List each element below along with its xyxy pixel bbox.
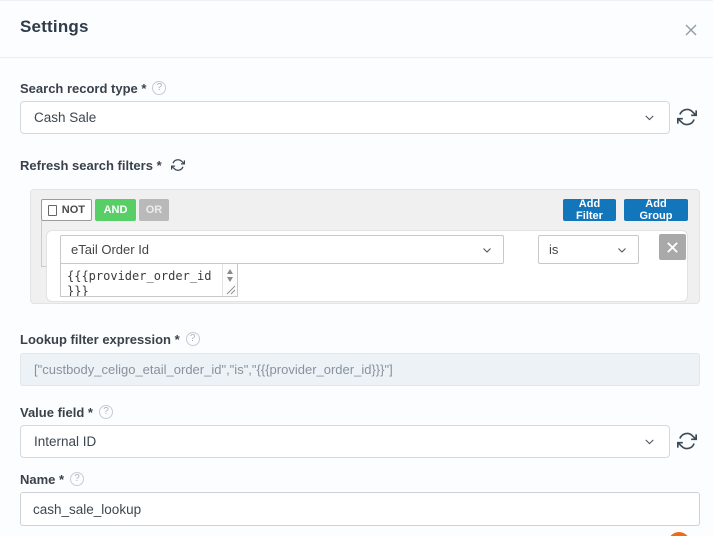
filter-row: eTail Order Id is {{{provider_order_id }… xyxy=(46,230,688,302)
and-toggle-button[interactable]: AND xyxy=(95,199,136,221)
filter-field-value: eTail Order Id xyxy=(71,242,150,257)
panel-title: Settings xyxy=(20,17,89,36)
refresh-search-filters-label-text: Refresh search filters * xyxy=(20,157,162,173)
name-label-text: Name * xyxy=(20,471,65,487)
add-group-button[interactable]: Add Group xyxy=(624,198,688,222)
chevron-down-icon xyxy=(481,244,493,256)
refresh-filters-icon[interactable] xyxy=(170,158,185,172)
remove-filter-icon[interactable] xyxy=(659,234,686,260)
search-record-type-select[interactable]: Cash Sale xyxy=(20,101,670,134)
scroll-up-icon[interactable] xyxy=(227,269,233,274)
close-icon[interactable] xyxy=(682,21,700,39)
refresh-value-fields-icon[interactable] xyxy=(676,431,697,452)
help-icon[interactable]: ? xyxy=(98,405,113,419)
not-label: NOT xyxy=(61,204,85,216)
value-field-select[interactable]: Internal ID xyxy=(20,425,670,458)
chevron-down-icon xyxy=(643,435,656,448)
value-field-label: Value field * ? xyxy=(20,404,113,420)
panel-header: Settings xyxy=(0,1,713,58)
search-record-type-value: Cash Sale xyxy=(34,110,97,125)
filter-operator-select[interactable]: is xyxy=(538,235,639,264)
not-checkbox[interactable] xyxy=(48,204,57,216)
help-fab-button[interactable] xyxy=(668,532,690,536)
refresh-search-filters-label: Refresh search filters * xyxy=(20,157,185,173)
add-filter-button[interactable]: Add Filter xyxy=(563,198,616,222)
or-toggle-button[interactable]: OR xyxy=(139,199,169,221)
settings-panel: Settings Search record type * ? Cash Sal… xyxy=(0,0,713,536)
scroll-down-icon[interactable] xyxy=(227,277,233,282)
filter-builder-panel: NOT AND OR Add Filter Add Group eTail Or… xyxy=(30,189,700,304)
resize-grip-icon[interactable] xyxy=(226,285,236,295)
help-icon[interactable]: ? xyxy=(70,472,85,486)
help-icon[interactable]: ? xyxy=(185,332,200,346)
filter-value-field-wrap: {{{provider_order_id }}} xyxy=(60,263,238,297)
name-input[interactable] xyxy=(20,492,700,526)
value-field-value: Internal ID xyxy=(34,434,97,449)
search-record-type-label: Search record type * ? xyxy=(20,80,167,96)
name-label: Name * ? xyxy=(20,471,85,487)
filter-value-input[interactable]: {{{provider_order_id }}} xyxy=(61,264,222,296)
refresh-record-types-icon[interactable] xyxy=(676,107,697,128)
lookup-filter-expression-value: ["custbody_celigo_etail_order_id","is","… xyxy=(34,362,393,377)
lookup-filter-expression-label-text: Lookup filter expression * xyxy=(20,331,180,347)
lookup-filter-expression-label: Lookup filter expression * ? xyxy=(20,331,200,347)
lookup-filter-expression-field: ["custbody_celigo_etail_order_id","is","… xyxy=(20,353,700,386)
search-record-type-label-text: Search record type * xyxy=(20,80,147,96)
filter-operator-value: is xyxy=(549,242,559,257)
chevron-down-icon xyxy=(616,244,628,256)
filter-field-select[interactable]: eTail Order Id xyxy=(60,235,504,264)
value-field-label-text: Value field * xyxy=(20,404,93,420)
help-icon[interactable]: ? xyxy=(152,81,167,95)
chevron-down-icon xyxy=(643,111,656,124)
not-toggle-button[interactable]: NOT xyxy=(41,199,92,221)
